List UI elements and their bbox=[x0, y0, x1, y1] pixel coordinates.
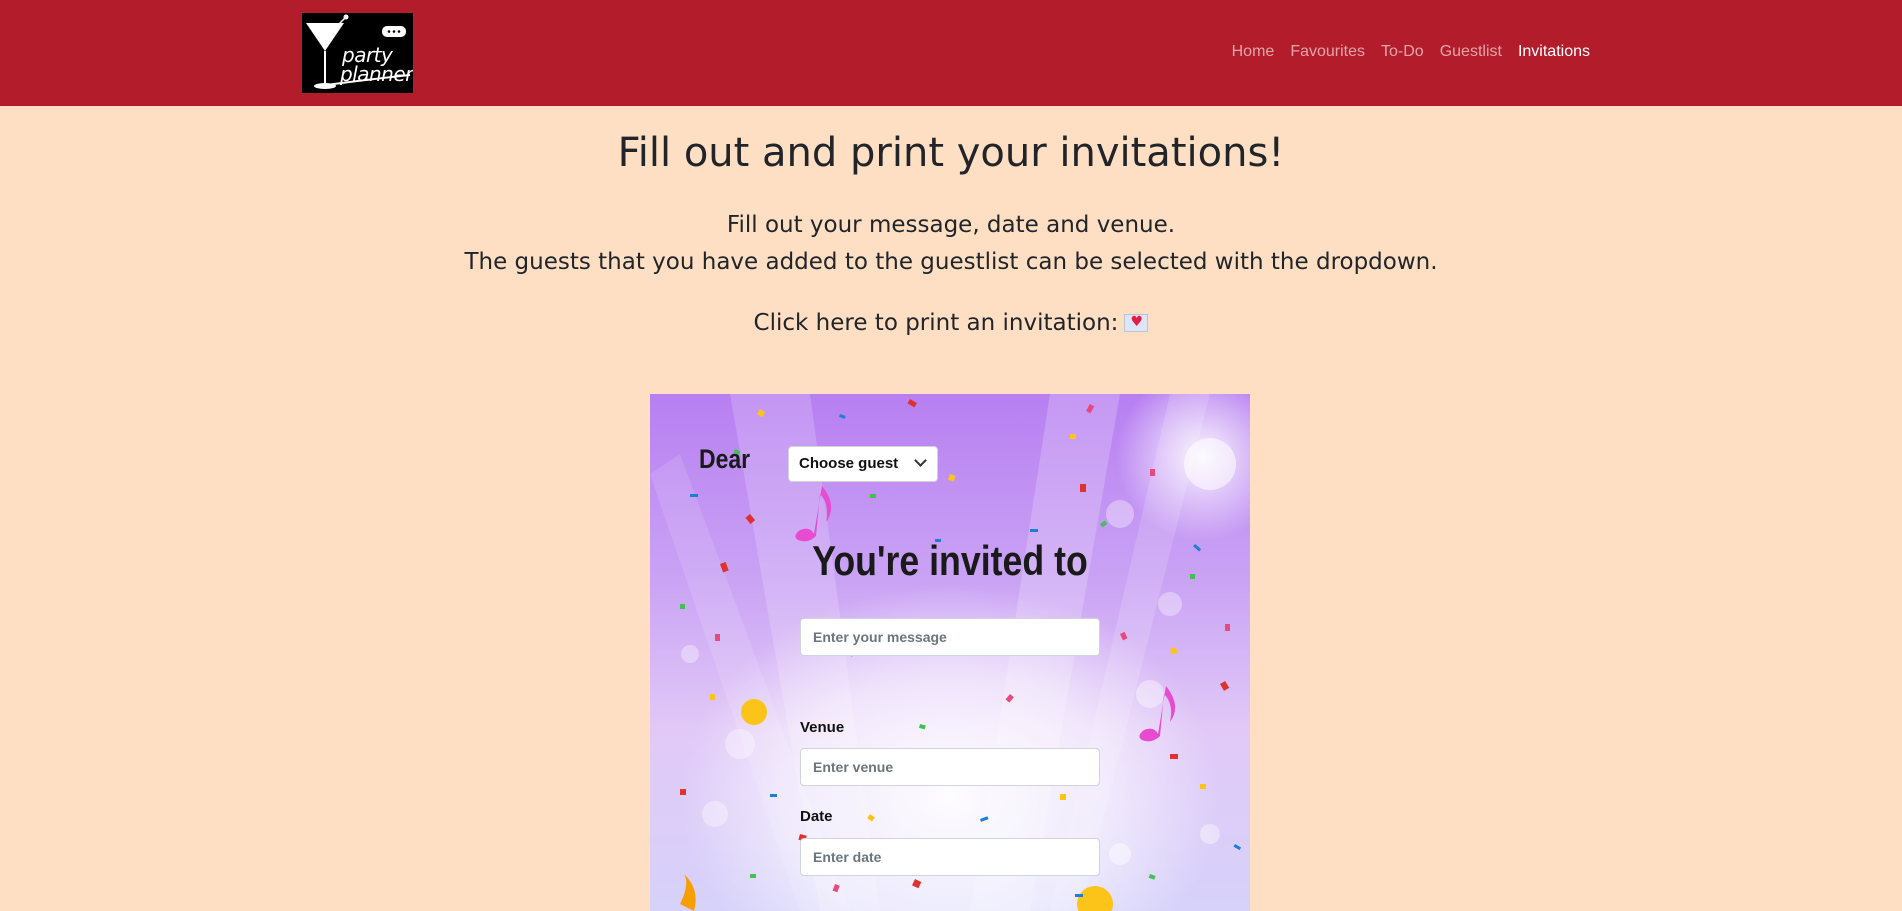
nav-link-todo[interactable]: To-Do bbox=[1381, 43, 1424, 61]
venue-label: Venue bbox=[800, 719, 845, 736]
instructions-line-2: The guests that you have added to the gu… bbox=[464, 249, 1438, 275]
logo-word-planner: planner bbox=[340, 62, 413, 86]
navbar: party planner Home Favourites To-Do Gues… bbox=[0, 0, 1902, 106]
love-letter-icon[interactable] bbox=[1124, 314, 1149, 332]
nav-link-favourites[interactable]: Favourites bbox=[1290, 43, 1365, 61]
nav-link-guestlist[interactable]: Guestlist bbox=[1440, 43, 1502, 61]
venue-input[interactable] bbox=[800, 748, 1100, 786]
guest-select-dropdown[interactable]: Choose guest bbox=[788, 446, 938, 482]
main-nav: Home Favourites To-Do Guestlist Invitati… bbox=[1232, 43, 1590, 61]
date-label: Date bbox=[800, 808, 833, 825]
page-title: Fill out and print your invitations! bbox=[617, 130, 1285, 176]
dear-label: Dear bbox=[699, 444, 751, 474]
chevron-down-icon bbox=[914, 454, 927, 467]
message-input[interactable] bbox=[800, 618, 1100, 656]
print-prompt-text: Click here to print an invitation: bbox=[753, 310, 1119, 336]
nav-link-invitations[interactable]: Invitations bbox=[1518, 43, 1590, 61]
invitation-headline: You're invited to bbox=[812, 537, 1088, 584]
instructions-line-1: Fill out your message, date and venue. bbox=[726, 212, 1176, 238]
invitation-card: Dear Choose guest You're invited to Venu… bbox=[650, 394, 1250, 911]
guest-select-value: Choose guest bbox=[799, 455, 899, 472]
print-prompt: Click here to print an invitation: bbox=[0, 310, 1902, 336]
date-input[interactable] bbox=[800, 838, 1100, 876]
nav-link-home[interactable]: Home bbox=[1232, 43, 1275, 61]
party-planner-logo[interactable]: party planner bbox=[302, 13, 413, 93]
